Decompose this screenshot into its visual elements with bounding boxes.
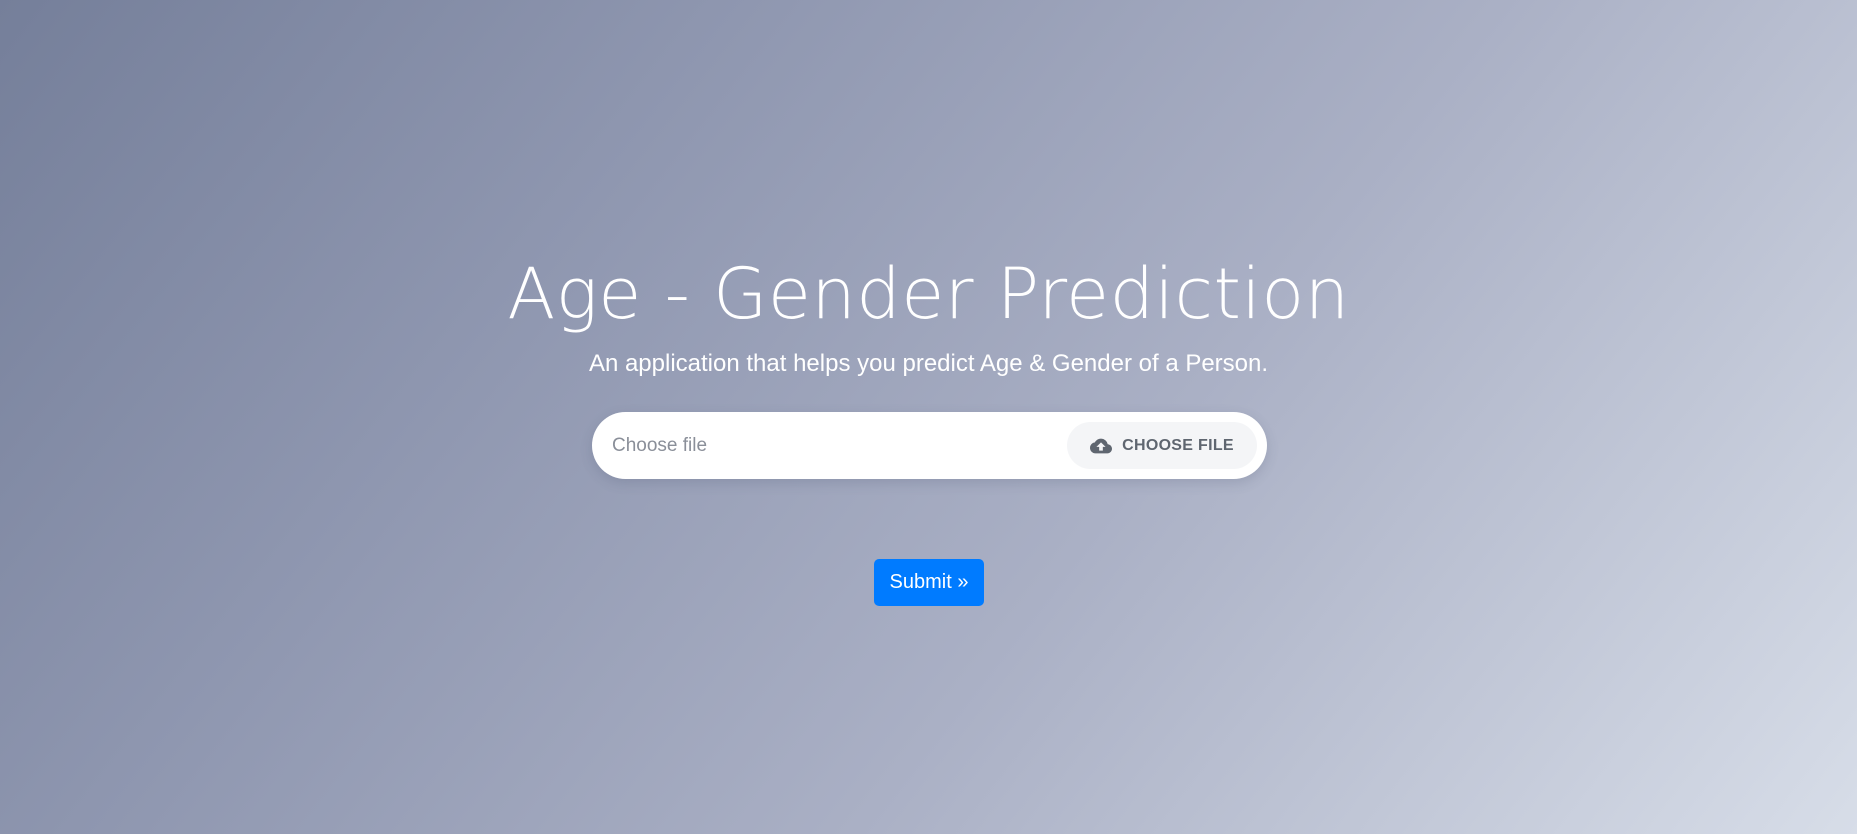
cloud-upload-icon — [1090, 435, 1113, 457]
choose-file-button[interactable]: CHOOSE FILE — [1067, 422, 1257, 469]
submit-button[interactable]: Submit » — [874, 559, 984, 606]
page-title: Age - Gender Prediction — [507, 253, 1350, 335]
file-upload-field[interactable]: Choose file CHOOSE FILE — [592, 412, 1267, 479]
choose-file-button-label: CHOOSE FILE — [1122, 436, 1234, 454]
page-subtitle: An application that helps you predict Ag… — [588, 350, 1269, 377]
page: Age - Gender Prediction An application t… — [0, 0, 1857, 834]
file-upload-label: Choose file — [612, 435, 708, 456]
